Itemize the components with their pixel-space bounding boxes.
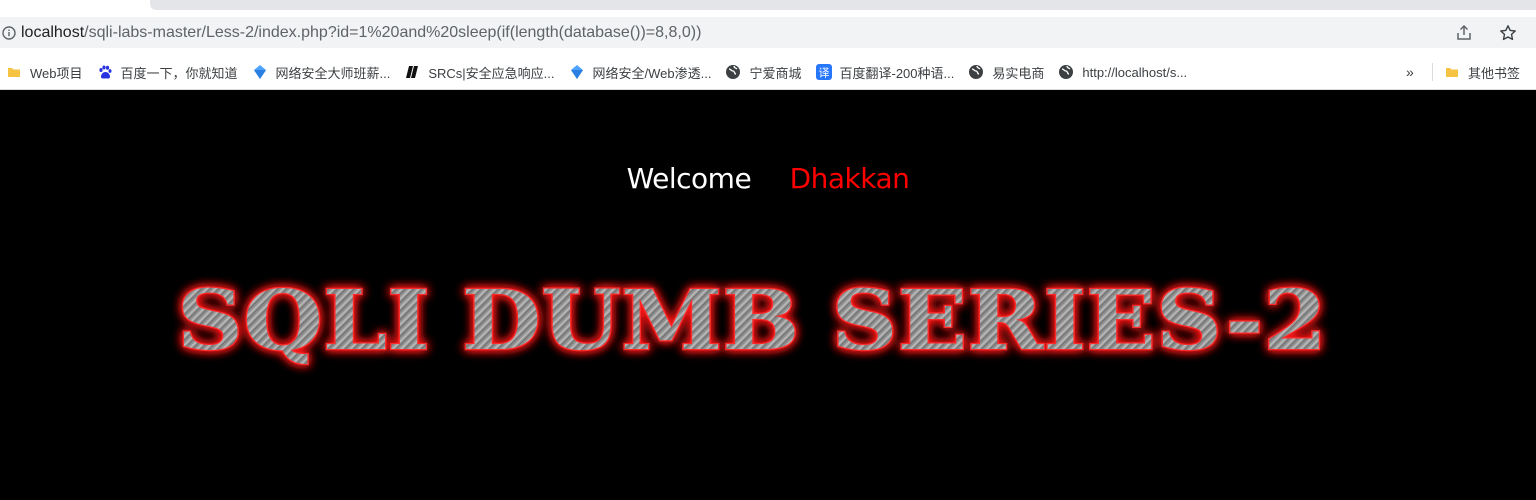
diamond-logo-icon	[569, 64, 585, 80]
translate-icon: 译	[815, 64, 832, 80]
address-bar-actions	[1454, 17, 1518, 48]
active-tab-edge[interactable]	[0, 0, 150, 10]
bookmark-label: 百度翻译-200种语...	[839, 65, 955, 81]
url-host: localhost	[21, 23, 85, 41]
bookmark-label: 宁爱商城	[749, 65, 802, 81]
baidu-paw-icon	[97, 64, 113, 80]
translate-icon-glyph: 译	[818, 67, 829, 80]
bookmark-yishi-ecommerce[interactable]: 易实电商	[962, 58, 1052, 86]
welcome-line: Welcome Dhakkan	[0, 162, 1536, 195]
tab-strip-background	[150, 0, 1536, 10]
folder-icon	[1444, 64, 1460, 80]
bookmark-web-project[interactable]: Web项目	[0, 58, 91, 86]
bookmark-ningai-mall[interactable]: 宁爱商城	[719, 58, 809, 86]
bookmark-label: 易实电商	[992, 65, 1045, 81]
share-icon[interactable]	[1454, 23, 1474, 43]
globe-icon	[1058, 64, 1074, 80]
site-info-icon[interactable]	[0, 24, 18, 42]
bookmarks-divider	[1432, 63, 1433, 81]
bookmark-star-icon[interactable]	[1498, 23, 1518, 43]
srcs-logo-icon	[404, 64, 420, 80]
globe-icon	[725, 64, 741, 80]
tab-strip	[0, 0, 1536, 10]
bookmark-label: SRCs|安全应急响应...	[428, 65, 555, 81]
user-name: Dhakkan	[789, 162, 910, 195]
bookmark-web-pentest[interactable]: 网络安全/Web渗透...	[563, 58, 720, 86]
bookmark-label: Web项目	[30, 65, 83, 81]
page-content: Welcome Dhakkan SQLI DUMB SERIES-2	[0, 90, 1536, 500]
bookmark-label: 百度一下，你就知道	[120, 65, 238, 81]
url-text[interactable]: localhost/sqli-labs-master/Less-2/index.…	[21, 24, 701, 42]
title-banner: SQLI DUMB SERIES-2	[0, 265, 1536, 375]
url-path: /sqli-labs-master/Less-2/index.php?id=1%…	[84, 23, 702, 41]
folder-icon	[6, 64, 22, 80]
bookmark-srcs[interactable]: SRCs|安全应急响应...	[398, 58, 562, 86]
bookmark-baidu-translate[interactable]: 译 百度翻译-200种语...	[810, 58, 963, 86]
bookmark-label: 网络安全大师班薪...	[275, 65, 391, 81]
title-banner-graphic: SQLI DUMB SERIES-2	[176, 272, 1329, 371]
diamond-logo-icon	[252, 64, 268, 80]
banner-title: SQLI DUMB SERIES-2	[177, 273, 1327, 369]
bookmark-label: http://localhost/s...	[1082, 64, 1188, 80]
welcome-text: Welcome	[626, 162, 752, 195]
bookmark-label: 网络安全/Web渗透...	[592, 65, 712, 81]
other-bookmarks-label: 其他书签	[1468, 65, 1521, 81]
bookmark-security-master-class[interactable]: 网络安全大师班薪...	[246, 58, 399, 86]
bookmarks-bar: Web项目 百度一下，你就知道 网络安全大师班薪... SRCs|安全应急响应.…	[0, 55, 1536, 90]
toolbar: localhost/sqli-labs-master/Less-2/index.…	[0, 10, 1536, 55]
other-bookmarks-button[interactable]: 其他书签	[1438, 58, 1528, 86]
globe-icon	[968, 64, 984, 80]
address-bar[interactable]: localhost/sqli-labs-master/Less-2/index.…	[0, 17, 1536, 48]
bookmark-localhost[interactable]: http://localhost/s...	[1052, 58, 1195, 86]
bookmarks-overflow-button[interactable]: »	[1406, 55, 1414, 89]
bookmark-baidu[interactable]: 百度一下，你就知道	[91, 58, 246, 86]
